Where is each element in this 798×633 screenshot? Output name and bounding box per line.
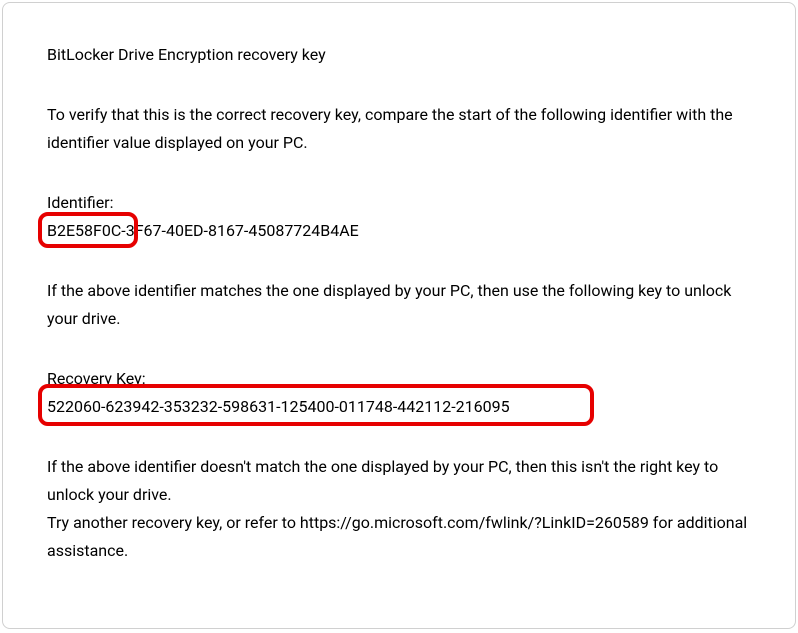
identifier-value-row: B2E58F0C-3F67-40ED-8167-45087724B4AE xyxy=(47,217,751,245)
recovery-key-value-row: 522060-623942-353232-598631-125400-01174… xyxy=(47,393,751,421)
assistance-text: Try another recovery key, or refer to ht… xyxy=(47,509,751,565)
recovery-key-value: 522060-623942-353232-598631-125400-01174… xyxy=(47,397,510,416)
footer-instructions: If the above identifier doesn't match th… xyxy=(47,453,751,565)
no-match-text: If the above identifier doesn't match th… xyxy=(47,453,751,509)
recovery-key-document: BitLocker Drive Encryption recovery key … xyxy=(2,2,796,629)
identifier-value: B2E58F0C-3F67-40ED-8167-45087724B4AE xyxy=(47,221,359,240)
document-title: BitLocker Drive Encryption recovery key xyxy=(47,41,751,69)
verify-instructions: To verify that this is the correct recov… xyxy=(47,101,751,157)
recovery-key-label: Recovery Key: xyxy=(47,365,751,393)
identifier-label: Identifier: xyxy=(47,189,751,217)
match-instructions: If the above identifier matches the one … xyxy=(47,277,751,333)
